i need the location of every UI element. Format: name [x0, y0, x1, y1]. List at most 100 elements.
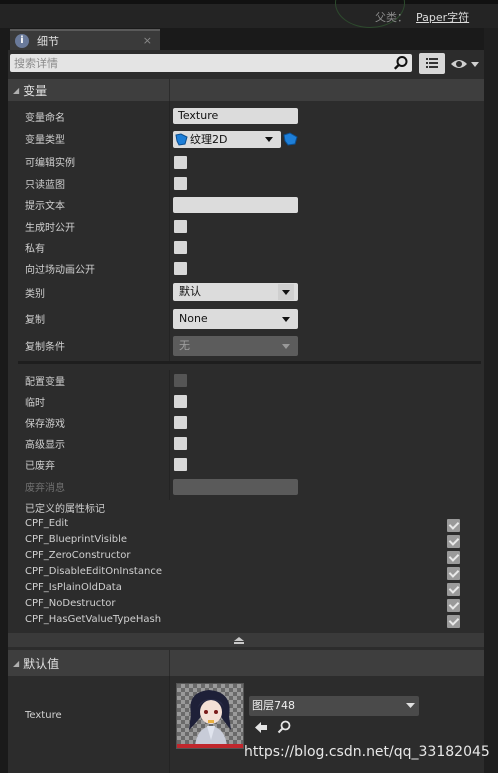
collapse-arrow-icon: ◢: [13, 85, 20, 95]
eye-icon: [451, 60, 479, 68]
flag-label: CPF_NoDestructor: [25, 598, 116, 609]
blueprint-readonly-checkbox[interactable]: [174, 177, 187, 190]
watermark-text: https://blog.csdn.net/qq_33182045: [244, 744, 490, 760]
flag-label: CPF_BlueprintVisible: [25, 534, 128, 545]
expose-to-cinematics-checkbox[interactable]: [174, 262, 187, 275]
advanced-divider: [18, 361, 481, 364]
object-type-icon: [175, 133, 188, 146]
category-combo[interactable]: 默认: [173, 283, 298, 301]
row-expose-on-spawn: 生成时公开: [8, 216, 484, 237]
replication-value: None: [179, 312, 208, 325]
category-value: 默认: [179, 285, 201, 298]
flag-checkbox: [447, 535, 460, 548]
row-transient: 临时: [8, 391, 484, 412]
row-label: 复制条件: [25, 342, 65, 353]
private-checkbox[interactable]: [174, 241, 187, 254]
flag-label: CPF_IsPlainOldData: [25, 582, 122, 593]
thumbnail-status-bar: [177, 744, 243, 748]
header-divider: [169, 650, 170, 676]
config-variable-checkbox: [174, 374, 187, 387]
row-instance-editable: 可编辑实例: [8, 151, 484, 172]
row-save-game: 保存游戏: [8, 412, 484, 433]
row-label: 高级显示: [25, 440, 65, 451]
search-box: [10, 54, 412, 72]
row-deprecated: 已废弃: [8, 454, 484, 475]
flag-checkbox: [447, 551, 460, 564]
variable-type-value: 纹理2D: [190, 133, 228, 146]
row-label: 向过场动画公开: [25, 265, 95, 276]
collapse-arrow-icon: ◢: [13, 658, 20, 668]
texture-label: Texture: [25, 710, 62, 721]
column-separator: [169, 676, 170, 773]
browse-asset-icon[interactable]: [277, 720, 291, 734]
right-edge: [484, 28, 498, 773]
tooltip-field[interactable]: [173, 197, 298, 213]
row-config-variable: 配置变量: [8, 370, 484, 391]
tab-details-label: 细节: [37, 34, 59, 48]
section-variables-header[interactable]: ◢ 变量: [8, 79, 484, 101]
advanced-display-checkbox[interactable]: [174, 437, 187, 450]
search-icon[interactable]: [393, 55, 409, 71]
top-strip: [0, 0, 498, 4]
asset-name: 图层748: [252, 699, 295, 712]
variable-type-combo[interactable]: 纹理2D: [173, 131, 281, 148]
row-label: 私有: [25, 244, 45, 255]
flag-checkbox: [447, 519, 460, 532]
chevron-up-icon: [234, 637, 244, 644]
flag-label: CPF_DisableEditOnInstance: [25, 566, 162, 577]
row-label: 生成时公开: [25, 223, 75, 234]
row-label: 类别: [25, 289, 45, 300]
variable-name-field[interactable]: Texture: [173, 108, 298, 124]
parent-class-link[interactable]: Paper字符: [416, 9, 469, 25]
details-icon: i: [15, 33, 29, 48]
expose-on-spawn-checkbox[interactable]: [174, 220, 187, 233]
replication-condition-value: 无: [179, 339, 190, 352]
view-options-button[interactable]: [419, 53, 445, 74]
collapse-advanced-button[interactable]: [8, 633, 484, 647]
row-label: 只读蓝图: [25, 180, 65, 191]
save-game-checkbox[interactable]: [174, 416, 187, 429]
flag-label: CPF_ZeroConstructor: [25, 550, 131, 561]
use-selected-asset-icon[interactable]: [254, 721, 268, 734]
row-advanced-display: 高级显示: [8, 433, 484, 454]
row-label: 可编辑实例: [25, 158, 75, 169]
row-label: 配置变量: [25, 377, 65, 388]
texture-thumbnail[interactable]: [176, 683, 244, 749]
deprecated-checkbox[interactable]: [174, 458, 187, 471]
chevron-down-icon: [278, 284, 294, 300]
instance-editable-checkbox[interactable]: [174, 156, 187, 169]
row-label: 变量类型: [25, 135, 65, 146]
chevron-down-icon: [265, 137, 273, 142]
header-divider: [169, 79, 170, 101]
flag-checkbox: [447, 599, 460, 612]
row-expose-to-cinematics: 向过场动画公开: [8, 258, 484, 279]
chevron-down-icon: [406, 703, 415, 708]
flag-label: CPF_Edit: [25, 518, 69, 529]
row-label: 提示文本: [25, 201, 65, 212]
transient-checkbox[interactable]: [174, 395, 187, 408]
container-type-icon[interactable]: [283, 132, 298, 146]
property-flags-heading: 已定义的属性标记: [25, 504, 105, 515]
section-title: 默认值: [23, 656, 60, 671]
close-icon[interactable]: ×: [143, 34, 152, 47]
search-input[interactable]: [14, 54, 384, 72]
visibility-button[interactable]: [449, 55, 481, 73]
list-view-icon: [426, 58, 438, 68]
replication-combo[interactable]: None: [173, 309, 298, 329]
asset-picker-combo[interactable]: 图层748: [249, 696, 419, 716]
tab-details[interactable]: i 细节 ×: [10, 29, 160, 50]
deprecation-message-field: [173, 479, 298, 495]
flag-checkbox: [447, 615, 460, 628]
chevron-down-icon: [282, 344, 290, 349]
flag-checkbox: [447, 567, 460, 580]
character-portrait-image: [177, 684, 243, 748]
section-default-value-header[interactable]: ◢ 默认值: [8, 650, 484, 676]
chevron-down-icon: [282, 317, 290, 322]
row-label: 保存游戏: [25, 419, 65, 430]
row-blueprint-readonly: 只读蓝图: [8, 173, 484, 194]
row-label: 废弃消息: [25, 483, 65, 494]
flag-checkbox: [447, 583, 460, 596]
row-label: 复制: [25, 315, 45, 326]
row-label: 临时: [25, 398, 45, 409]
parent-class-label: 父类：: [375, 11, 408, 24]
